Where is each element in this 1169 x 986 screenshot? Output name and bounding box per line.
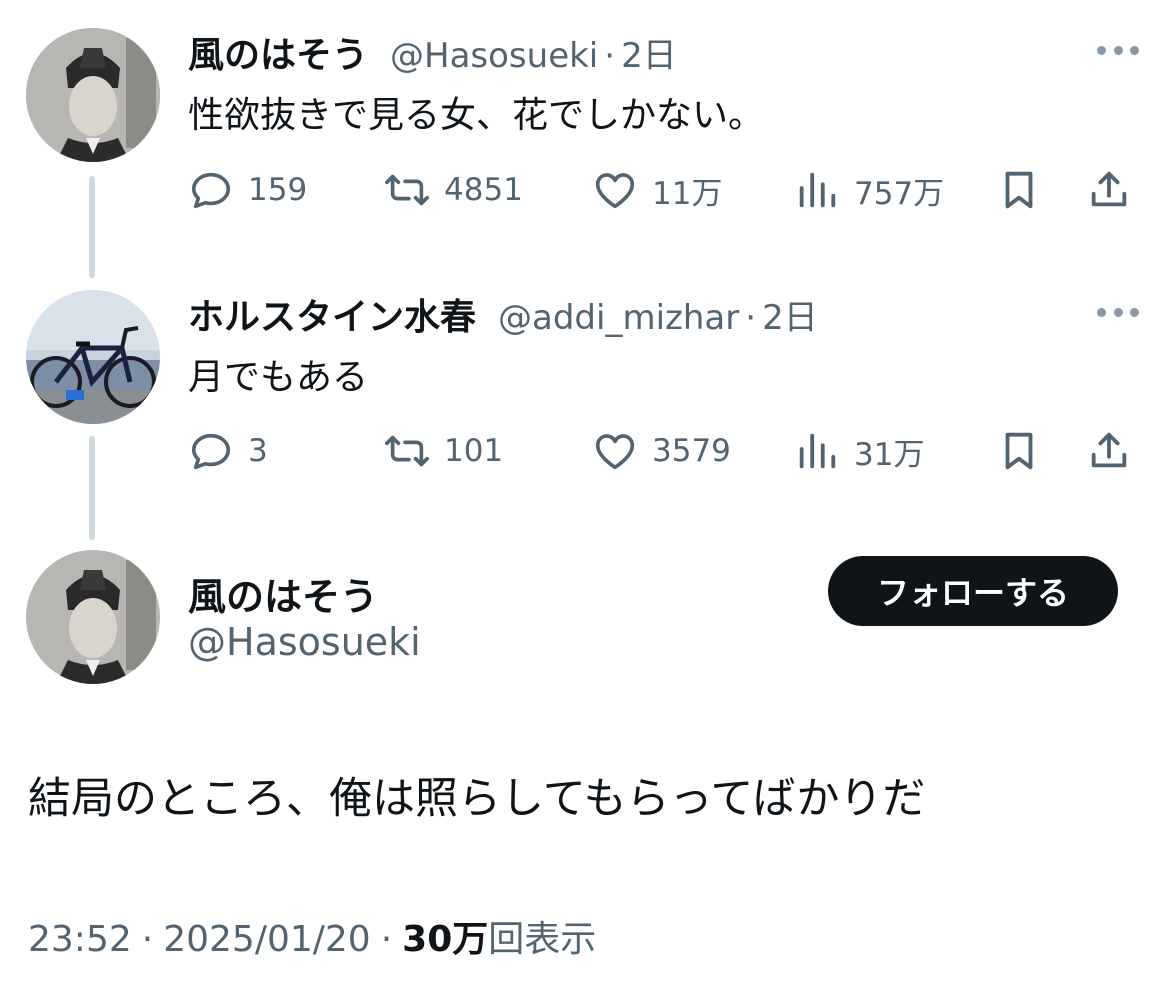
views-count: 31万 [854, 436, 925, 473]
separator: · [604, 36, 616, 76]
views-chart-icon [799, 433, 836, 469]
tweet-meta: 23:52 · 2025/01/20 · 30万 回表示 [28, 910, 596, 962]
tweet-text: 結局のところ、俺は照らしてもらってばかりだ [28, 774, 926, 824]
tweet-header: ホルスタイン水春 @addi_mizhar · 2日 [188, 288, 818, 340]
tweet-date[interactable]: 2025/01/20 [163, 919, 371, 960]
handle[interactable]: @Hasosueki [390, 36, 598, 76]
bookmark-button[interactable] [996, 426, 1042, 476]
timestamp[interactable]: 2日 [621, 28, 677, 77]
reply-icon [191, 433, 231, 470]
views-count: 30万 [402, 919, 489, 960]
avatar[interactable] [26, 290, 160, 424]
more-icon[interactable] [1097, 40, 1139, 60]
more-icon[interactable] [1097, 302, 1139, 322]
share-icon [1091, 432, 1127, 468]
bookmark-icon [1005, 432, 1033, 470]
like-button[interactable]: 3579 [592, 426, 731, 476]
like-button[interactable]: 11万 [592, 165, 722, 215]
share-icon [1091, 171, 1127, 207]
bookmark-button[interactable] [996, 165, 1042, 215]
retweet-icon [385, 174, 429, 206]
display-name[interactable]: ホルスタイン水春 [188, 288, 476, 340]
retweet-button[interactable]: 101 [384, 426, 503, 476]
display-name[interactable]: 風のはそう [188, 566, 378, 621]
like-count: 3579 [652, 433, 731, 469]
tweet-text: 性欲抜きで見る女、花でしかない。 [188, 95, 765, 136]
views-chart-icon [799, 172, 836, 208]
reply-button[interactable]: 159 [188, 165, 307, 215]
tweet-header: 風のはそう @Hasosueki · 2日 [188, 26, 677, 78]
retweet-icon [385, 435, 429, 467]
reply-button[interactable]: 3 [188, 426, 268, 476]
separator: · [141, 919, 154, 960]
share-button[interactable] [1086, 426, 1132, 476]
reply-count: 159 [248, 172, 308, 208]
share-button[interactable] [1086, 165, 1132, 215]
follow-button[interactable]: フォローする [828, 556, 1118, 626]
avatar[interactable] [26, 28, 160, 162]
views-count: 757万 [854, 175, 945, 212]
views-button[interactable]: 31万 [794, 426, 924, 476]
display-name[interactable]: 風のはそう [188, 26, 368, 78]
handle[interactable]: @addi_mizhar [498, 298, 739, 338]
tweet-time[interactable]: 23:52 [28, 919, 132, 960]
separator: · [380, 919, 393, 960]
reply-count: 3 [248, 433, 268, 469]
retweet-button[interactable]: 4851 [384, 165, 523, 215]
like-count: 11万 [652, 175, 723, 212]
retweet-count: 4851 [444, 172, 523, 208]
heart-icon [595, 173, 635, 209]
bookmark-icon [1005, 171, 1033, 209]
separator: · [745, 298, 757, 338]
action-bar: 3 101 3579 31万 [188, 426, 1138, 476]
views-button[interactable]: 757万 [794, 165, 944, 215]
timestamp[interactable]: 2日 [762, 290, 818, 339]
views-label: 回表示 [488, 919, 597, 960]
avatar[interactable] [26, 550, 160, 684]
tweet-text: 月でもある [188, 357, 369, 398]
thread-line [89, 176, 95, 278]
heart-icon [595, 434, 635, 470]
handle[interactable]: @Hasosueki [188, 620, 421, 664]
retweet-count: 101 [444, 433, 504, 469]
thread-line [89, 436, 95, 540]
reply-icon [191, 172, 231, 209]
action-bar: 159 4851 11万 757万 [188, 165, 1138, 215]
